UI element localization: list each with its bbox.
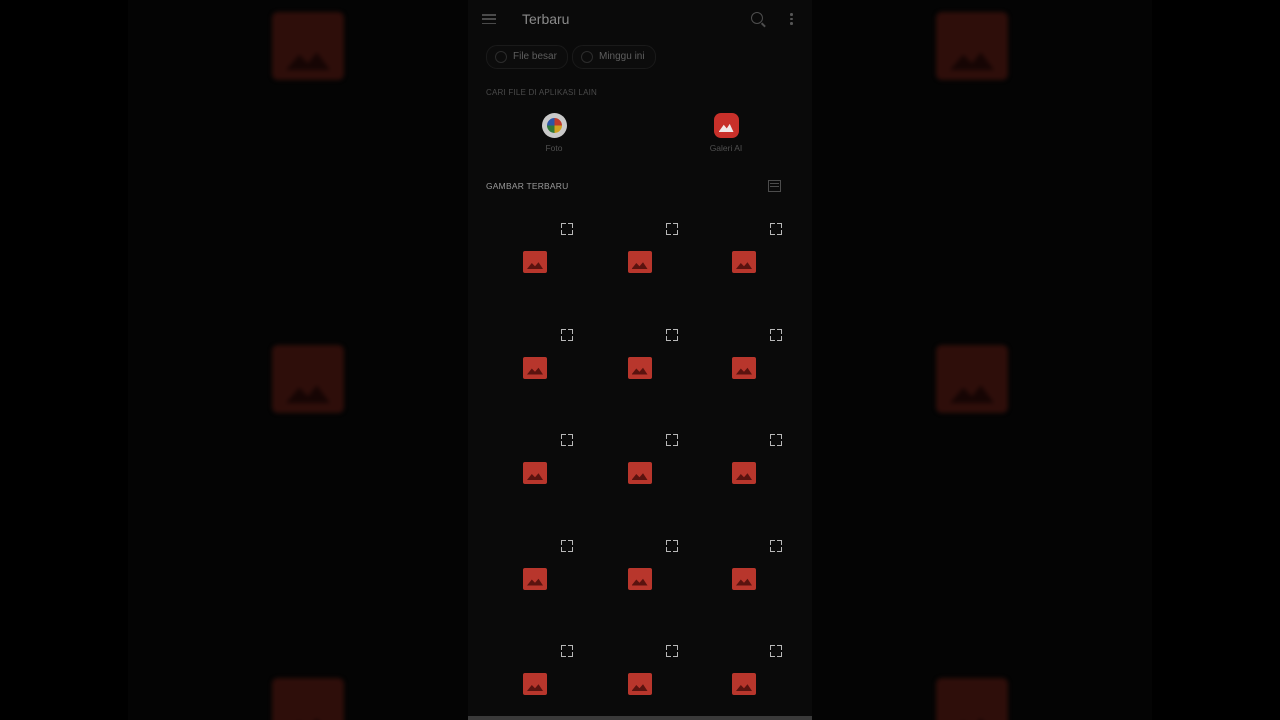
image-thumbnail[interactable]	[691, 419, 796, 525]
image-thumbnail[interactable]	[587, 208, 692, 314]
page-title: Terbaru	[522, 11, 570, 27]
image-thumbnail[interactable]	[587, 525, 692, 631]
image-placeholder-icon	[732, 462, 756, 484]
image-placeholder-icon	[732, 356, 756, 379]
section-label-recent-images: GAMBAR TERBARU	[486, 181, 569, 191]
image-thumbnail[interactable]	[587, 419, 692, 525]
app-name: Galeri AI	[709, 143, 743, 153]
expand-icon[interactable]	[665, 434, 678, 446]
app-shortcut-foto[interactable]: Foto	[514, 113, 594, 153]
navigation-bar	[468, 716, 812, 720]
image-thumbnail[interactable]	[482, 525, 587, 631]
blurred-image-thumb	[272, 345, 344, 413]
expand-icon[interactable]	[770, 328, 782, 341]
image-placeholder-icon	[627, 356, 652, 379]
filter-chip-this-week[interactable]: Minggu ini	[572, 45, 656, 69]
image-thumbnail[interactable]	[587, 630, 692, 720]
image-placeholder-icon	[523, 356, 547, 379]
expand-icon[interactable]	[561, 539, 573, 552]
image-placeholder-icon	[627, 673, 652, 695]
image-thumbnail[interactable]	[482, 630, 587, 720]
blurred-image-thumb	[936, 345, 1008, 413]
app-shortcut-galeri-ai[interactable]: Galeri AI	[686, 113, 766, 153]
image-placeholder-icon	[523, 673, 547, 695]
image-placeholder-icon	[627, 251, 652, 273]
top-app-bar: Terbaru	[468, 0, 812, 40]
image-thumbnail[interactable]	[691, 630, 796, 720]
gallery-icon	[713, 113, 739, 138]
expand-icon[interactable]	[665, 645, 678, 657]
video-frame: Terbaru File besar Minggu ini CARI FILE …	[0, 0, 1280, 720]
expand-icon[interactable]	[665, 223, 678, 235]
expand-icon[interactable]	[561, 645, 573, 657]
image-placeholder-icon	[627, 567, 652, 590]
file-icon	[495, 51, 507, 63]
expand-icon[interactable]	[770, 223, 782, 235]
expand-icon[interactable]	[561, 328, 573, 341]
more-vert-icon[interactable]	[790, 13, 793, 27]
expand-icon[interactable]	[665, 539, 678, 552]
image-thumbnail[interactable]	[587, 314, 692, 420]
menu-icon[interactable]	[482, 14, 496, 25]
search-icon[interactable]	[751, 12, 763, 24]
filter-chip-label: File besar	[513, 51, 557, 62]
image-placeholder-icon	[523, 462, 547, 484]
image-thumbnail[interactable]	[691, 525, 796, 631]
image-placeholder-icon	[523, 251, 547, 273]
blurred-image-thumb	[272, 12, 344, 80]
list-view-icon[interactable]	[768, 180, 781, 192]
filter-chip-label: Minggu ini	[599, 51, 645, 62]
image-thumbnail[interactable]	[482, 208, 587, 314]
clock-icon	[581, 51, 593, 63]
image-thumbnail[interactable]	[691, 314, 796, 420]
blurred-image-thumb	[272, 678, 344, 720]
section-label-other-apps: CARI FILE DI APLIKASI LAIN	[486, 88, 598, 97]
blurred-background-left	[128, 0, 468, 720]
expand-icon[interactable]	[770, 645, 782, 657]
phone-screen: Terbaru File besar Minggu ini CARI FILE …	[468, 0, 812, 720]
blurred-image-thumb	[936, 12, 1008, 80]
expand-icon[interactable]	[561, 434, 573, 446]
image-placeholder-icon	[732, 251, 756, 273]
filter-chip-large-files[interactable]: File besar	[486, 45, 568, 69]
image-placeholder-icon	[523, 567, 547, 590]
image-placeholder-icon	[732, 673, 756, 695]
blurred-image-thumb	[936, 678, 1008, 720]
expand-icon[interactable]	[770, 539, 782, 552]
photos-pinwheel-icon	[541, 113, 567, 138]
image-placeholder-icon	[627, 462, 652, 484]
blurred-background-right	[812, 0, 1152, 720]
expand-icon[interactable]	[665, 328, 678, 341]
app-name: Foto	[545, 143, 563, 153]
expand-icon[interactable]	[770, 434, 782, 446]
image-thumbnail[interactable]	[691, 208, 796, 314]
expand-icon[interactable]	[561, 223, 573, 235]
image-thumbnail[interactable]	[482, 314, 587, 420]
image-thumbnail[interactable]	[482, 419, 587, 525]
image-placeholder-icon	[732, 567, 756, 590]
